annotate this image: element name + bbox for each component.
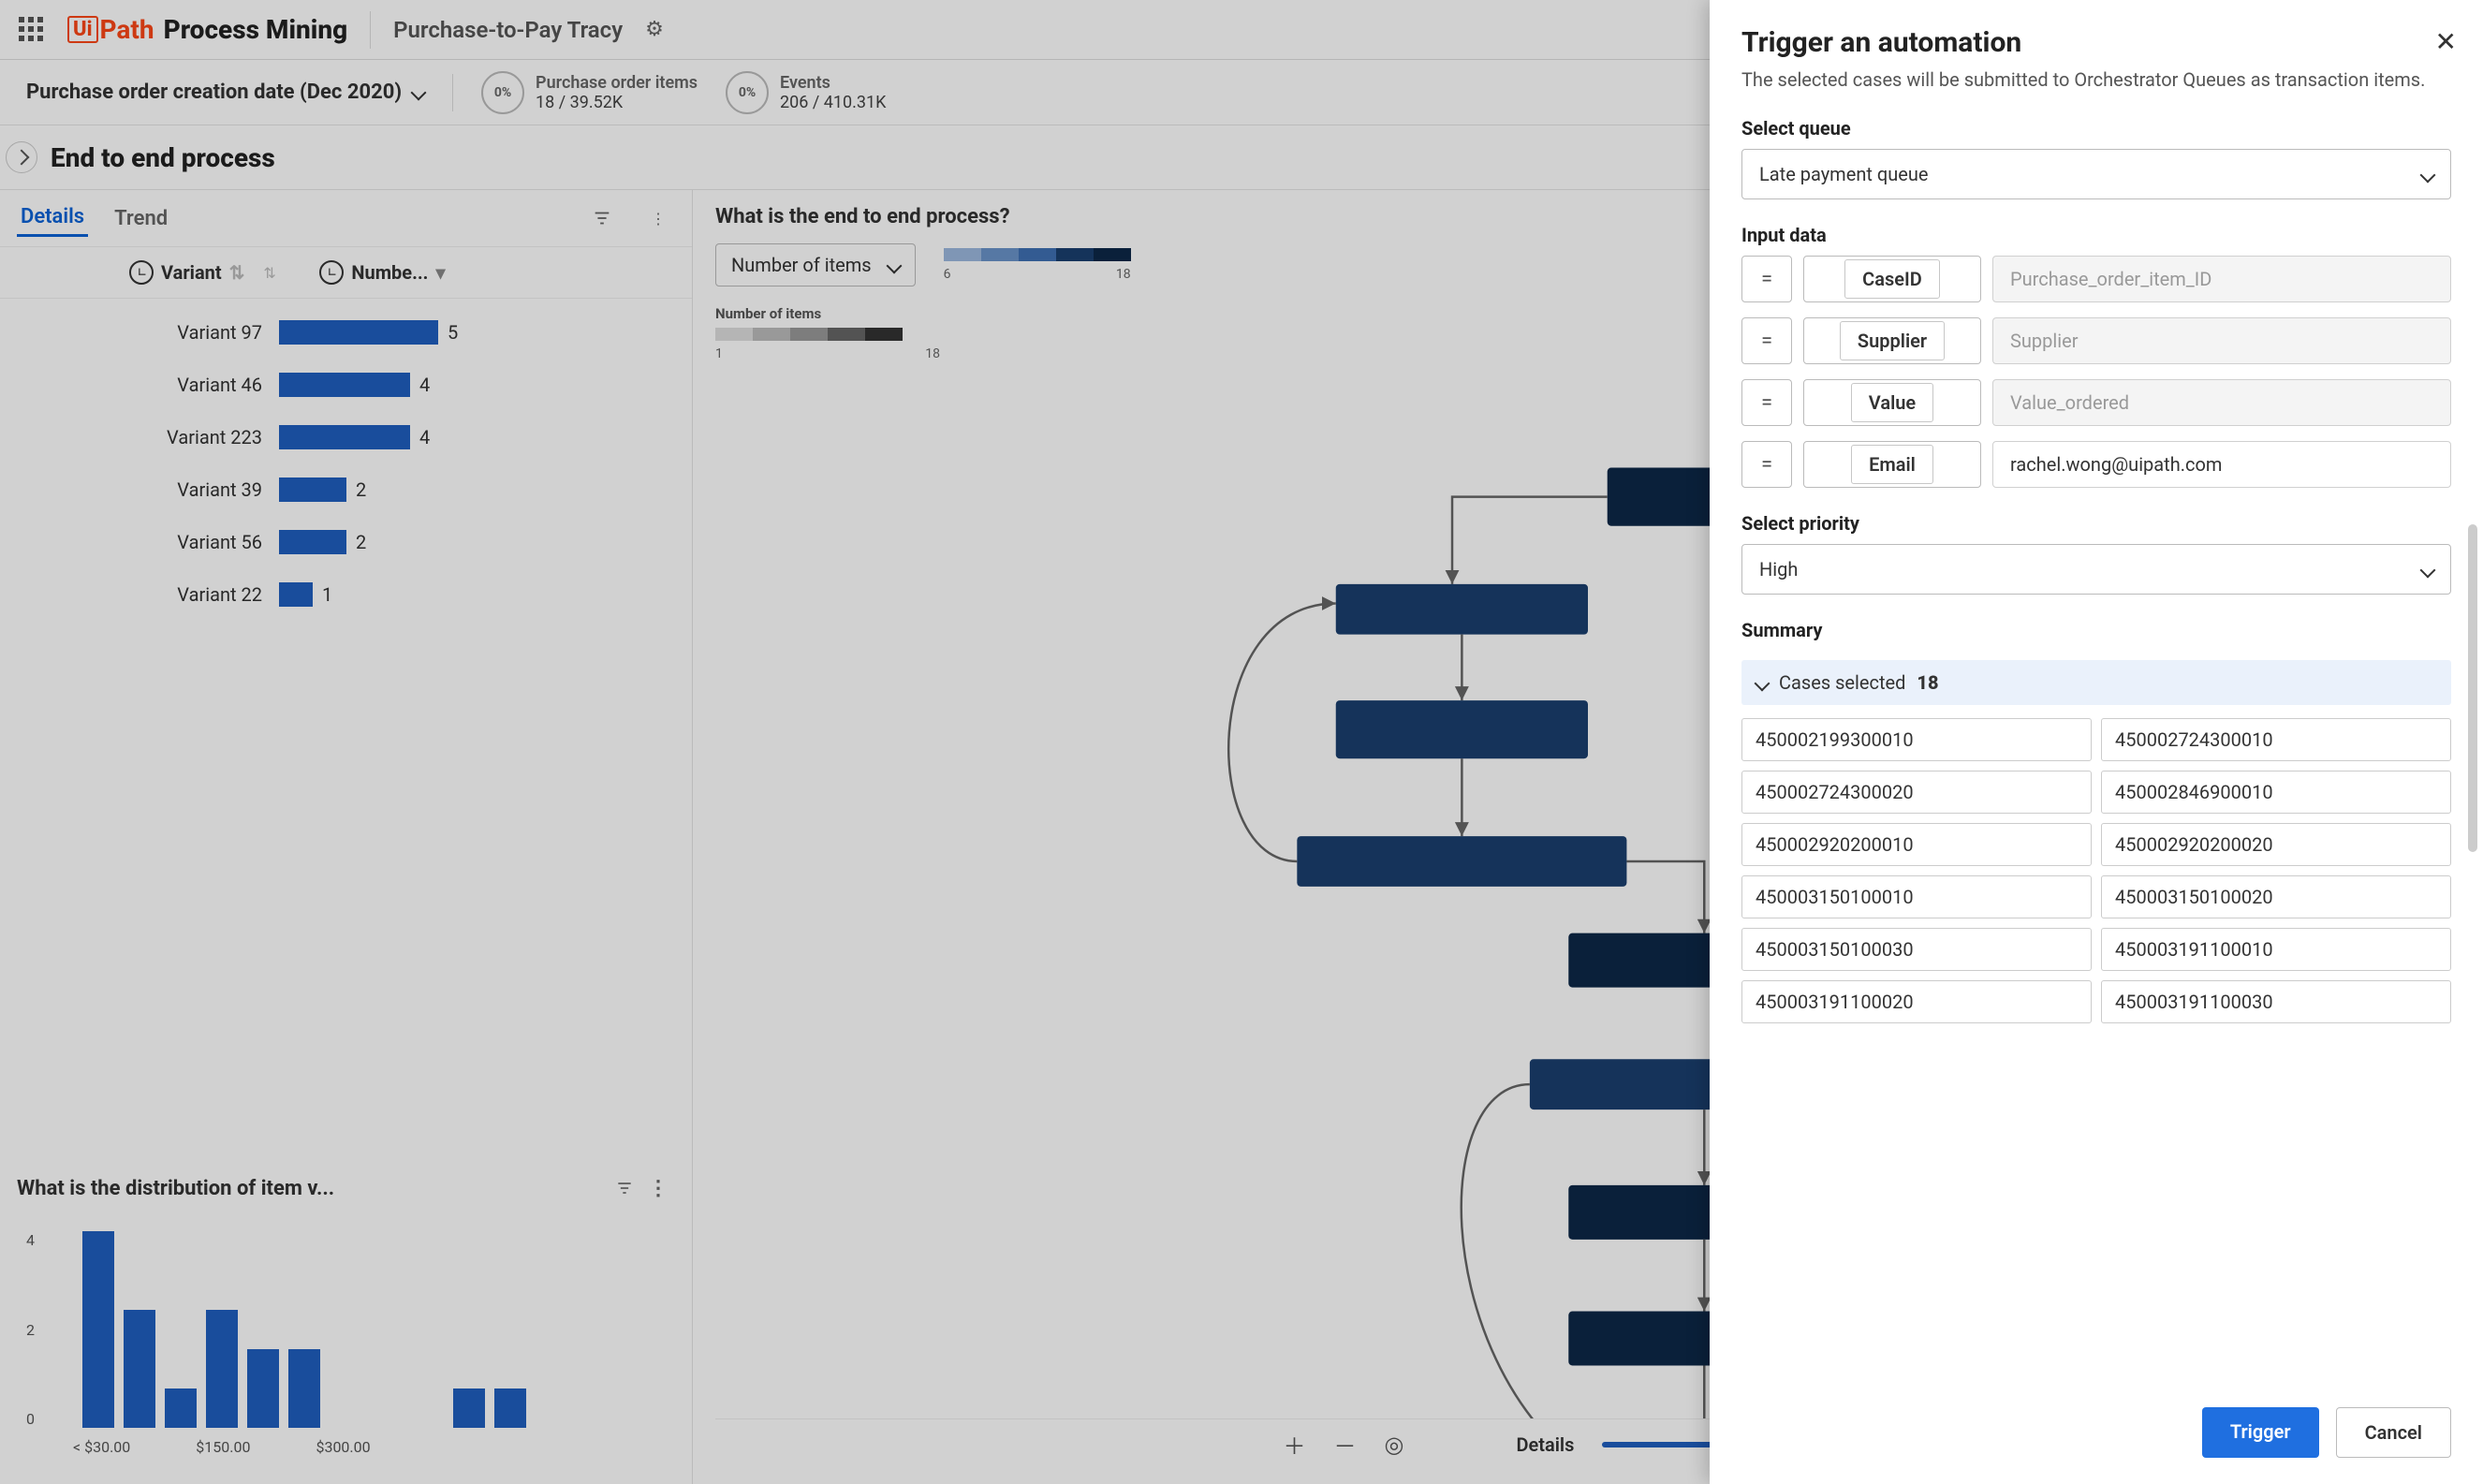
input-key[interactable]: Supplier — [1803, 317, 1981, 364]
equals-operator[interactable]: = — [1741, 441, 1792, 488]
input-value[interactable]: rachel.wong@uipath.com — [1992, 441, 2451, 488]
case-chip[interactable]: 450003191100010 — [2101, 928, 2451, 971]
input-key[interactable]: CaseID — [1803, 256, 1981, 302]
equals-operator[interactable]: = — [1741, 317, 1792, 364]
input-value[interactable]: Purchase_order_item_ID — [1992, 256, 2451, 302]
case-chip[interactable]: 450002920200010 — [1741, 823, 2092, 866]
priority-label: Select priority — [1741, 512, 2451, 535]
chevron-down-icon — [2422, 558, 2433, 580]
input-data-label: Input data — [1741, 224, 2451, 246]
panel-description: The selected cases will be submitted to … — [1741, 66, 2451, 93]
summary-label: Summary — [1741, 619, 2451, 641]
input-row: = Supplier Supplier — [1741, 317, 2451, 364]
cases-label: Cases selected — [1779, 671, 1905, 694]
cases-grid: 4500021993000104500027243000104500027243… — [1741, 718, 2451, 1023]
input-grid: = CaseID Purchase_order_item_ID= Supplie… — [1741, 256, 2451, 488]
case-chip[interactable]: 450003191100030 — [2101, 980, 2451, 1023]
equals-operator[interactable]: = — [1741, 256, 1792, 302]
trigger-button[interactable]: Trigger — [2202, 1407, 2319, 1458]
case-chip[interactable]: 450002724300020 — [1741, 771, 2092, 814]
cases-selected-toggle[interactable]: Cases selected 18 — [1741, 660, 2451, 705]
case-chip[interactable]: 450002199300010 — [1741, 718, 2092, 761]
input-row: = Value Value_ordered — [1741, 379, 2451, 426]
queue-value: Late payment queue — [1759, 163, 1929, 185]
scrollbar[interactable] — [2468, 524, 2477, 852]
case-chip[interactable]: 450002846900010 — [2101, 771, 2451, 814]
case-chip[interactable]: 450003150100010 — [1741, 875, 2092, 918]
queue-select[interactable]: Late payment queue — [1741, 149, 2451, 199]
equals-operator[interactable]: = — [1741, 379, 1792, 426]
input-value[interactable]: Value_ordered — [1992, 379, 2451, 426]
case-chip[interactable]: 450003150100020 — [2101, 875, 2451, 918]
case-chip[interactable]: 450003191100020 — [1741, 980, 2092, 1023]
case-chip[interactable]: 450003150100030 — [1741, 928, 2092, 971]
chevron-down-icon — [2422, 163, 2433, 185]
case-chip[interactable]: 450002920200020 — [2101, 823, 2451, 866]
input-value[interactable]: Supplier — [1992, 317, 2451, 364]
case-chip[interactable]: 450002724300010 — [2101, 718, 2451, 761]
priority-value: High — [1759, 558, 1798, 580]
input-key[interactable]: Email — [1803, 441, 1981, 488]
cases-count: 18 — [1917, 671, 1938, 694]
automation-panel: Trigger an automation ✕ The selected cas… — [1710, 0, 2483, 1484]
queue-label: Select queue — [1741, 117, 2451, 140]
cancel-button[interactable]: Cancel — [2336, 1407, 2451, 1458]
input-row: = Email rachel.wong@uipath.com — [1741, 441, 2451, 488]
priority-select[interactable]: High — [1741, 544, 2451, 595]
close-button[interactable]: ✕ — [2435, 26, 2457, 57]
input-row: = CaseID Purchase_order_item_ID — [1741, 256, 2451, 302]
chevron-down-icon — [1756, 671, 1768, 694]
input-key[interactable]: Value — [1803, 379, 1981, 426]
panel-title: Trigger an automation — [1741, 26, 2451, 59]
